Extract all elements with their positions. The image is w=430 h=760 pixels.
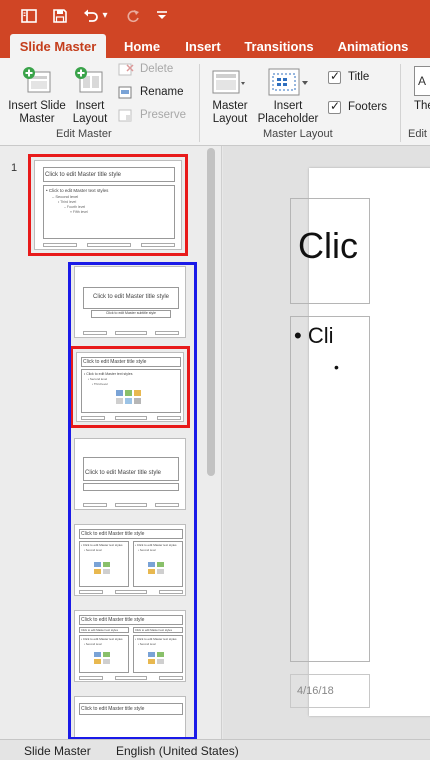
footers-checkbox-box[interactable] [328,99,341,114]
master-layout-button[interactable]: Master Layout [206,62,254,126]
status-view-name: Slide Master [24,744,91,758]
footers-checkbox[interactable]: Footers [328,99,392,116]
status-bar: Slide Master English (United States) [0,739,430,760]
insert-placeholder-icon [268,68,310,103]
tab-insert[interactable]: Insert [180,34,226,58]
slide-thumbnail-pane[interactable]: 1 Click to edit Master title style • Cli… [0,146,222,739]
master-date-placeholder[interactable]: 4/16/18 [290,674,370,708]
master-selection-highlight [28,154,188,256]
insert-placeholder-label: Insert Placeholder [257,100,319,125]
master-layout-label: Master Layout [212,100,248,125]
ribbon-separator [400,64,401,142]
title-checkbox-box[interactable] [328,69,341,84]
rename-label: Rename [140,86,184,98]
rename-icon [118,86,134,105]
preserve-icon [118,109,134,128]
tab-animations[interactable]: Animations [334,34,412,58]
master-date-text: 4/16/18 [297,685,334,697]
rename-button[interactable]: Rename [118,85,190,101]
ribbon: Insert Slide Master Insert Layout Delete… [0,58,430,146]
status-language[interactable]: English (United States) [116,744,239,758]
customize-toolbar-icon[interactable] [154,7,170,25]
title-checkbox-label: Title [348,71,370,83]
footers-checkbox-label: Footers [348,101,387,113]
slide-editing-canvas[interactable]: Clic • Cli • 4/16/18 [223,146,430,739]
master-title-placeholder[interactable]: Clic [290,198,370,304]
edit-master-group-label: Edit Master [56,128,112,140]
title-checkbox[interactable]: Title [328,69,388,86]
thumbnail-scrollbar-thumb[interactable] [207,148,215,476]
themes-icon: A [414,66,430,96]
insert-layout-button[interactable]: Insert Layout [70,62,110,126]
delete-label: Delete [140,63,174,75]
preserve-button: Preserve [118,108,190,124]
redo-icon [124,7,142,25]
insert-slide-master-label: Insert Slide Master [8,100,66,125]
undo-icon[interactable] [82,7,100,25]
delete-icon [118,63,134,82]
delete-button: Delete [118,62,190,78]
sidebar-toggle-icon[interactable] [20,7,38,25]
ribbon-separator [199,64,200,142]
master-layout-icon [212,70,246,101]
insert-placeholder-button[interactable]: Insert Placeholder [256,62,320,126]
layouts-group-highlight [68,262,197,739]
master-body-placeholder[interactable]: • Cli • [290,316,370,662]
slide-number: 1 [11,162,18,174]
tab-home[interactable]: Home [116,34,168,58]
save-icon[interactable] [51,7,69,25]
ribbon-tab-bar: Slide Master Home Insert Transitions Ani… [0,34,430,58]
master-layout-group-label: Master Layout [263,128,333,140]
insert-layout-icon [74,66,106,101]
edit-theme-group-label: Edit T [408,128,430,140]
master-body-text: • Cli [294,323,334,348]
tab-slide-master[interactable]: Slide Master [10,34,106,58]
undo-dropdown-icon[interactable]: ▾ [100,7,110,25]
themes-label: The [414,100,430,112]
tab-transitions[interactable]: Transitions [240,34,318,58]
preserve-label: Preserve [140,109,187,121]
insert-slide-master-icon [22,66,54,101]
insert-slide-master-button[interactable]: Insert Slide Master [4,62,70,126]
themes-button[interactable]: A The [408,62,430,126]
master-second-level-bullet: • [334,359,339,375]
master-title-text: Clic [298,225,358,266]
title-bar: ▾ [0,0,430,34]
insert-layout-label: Insert Layout [72,100,108,125]
